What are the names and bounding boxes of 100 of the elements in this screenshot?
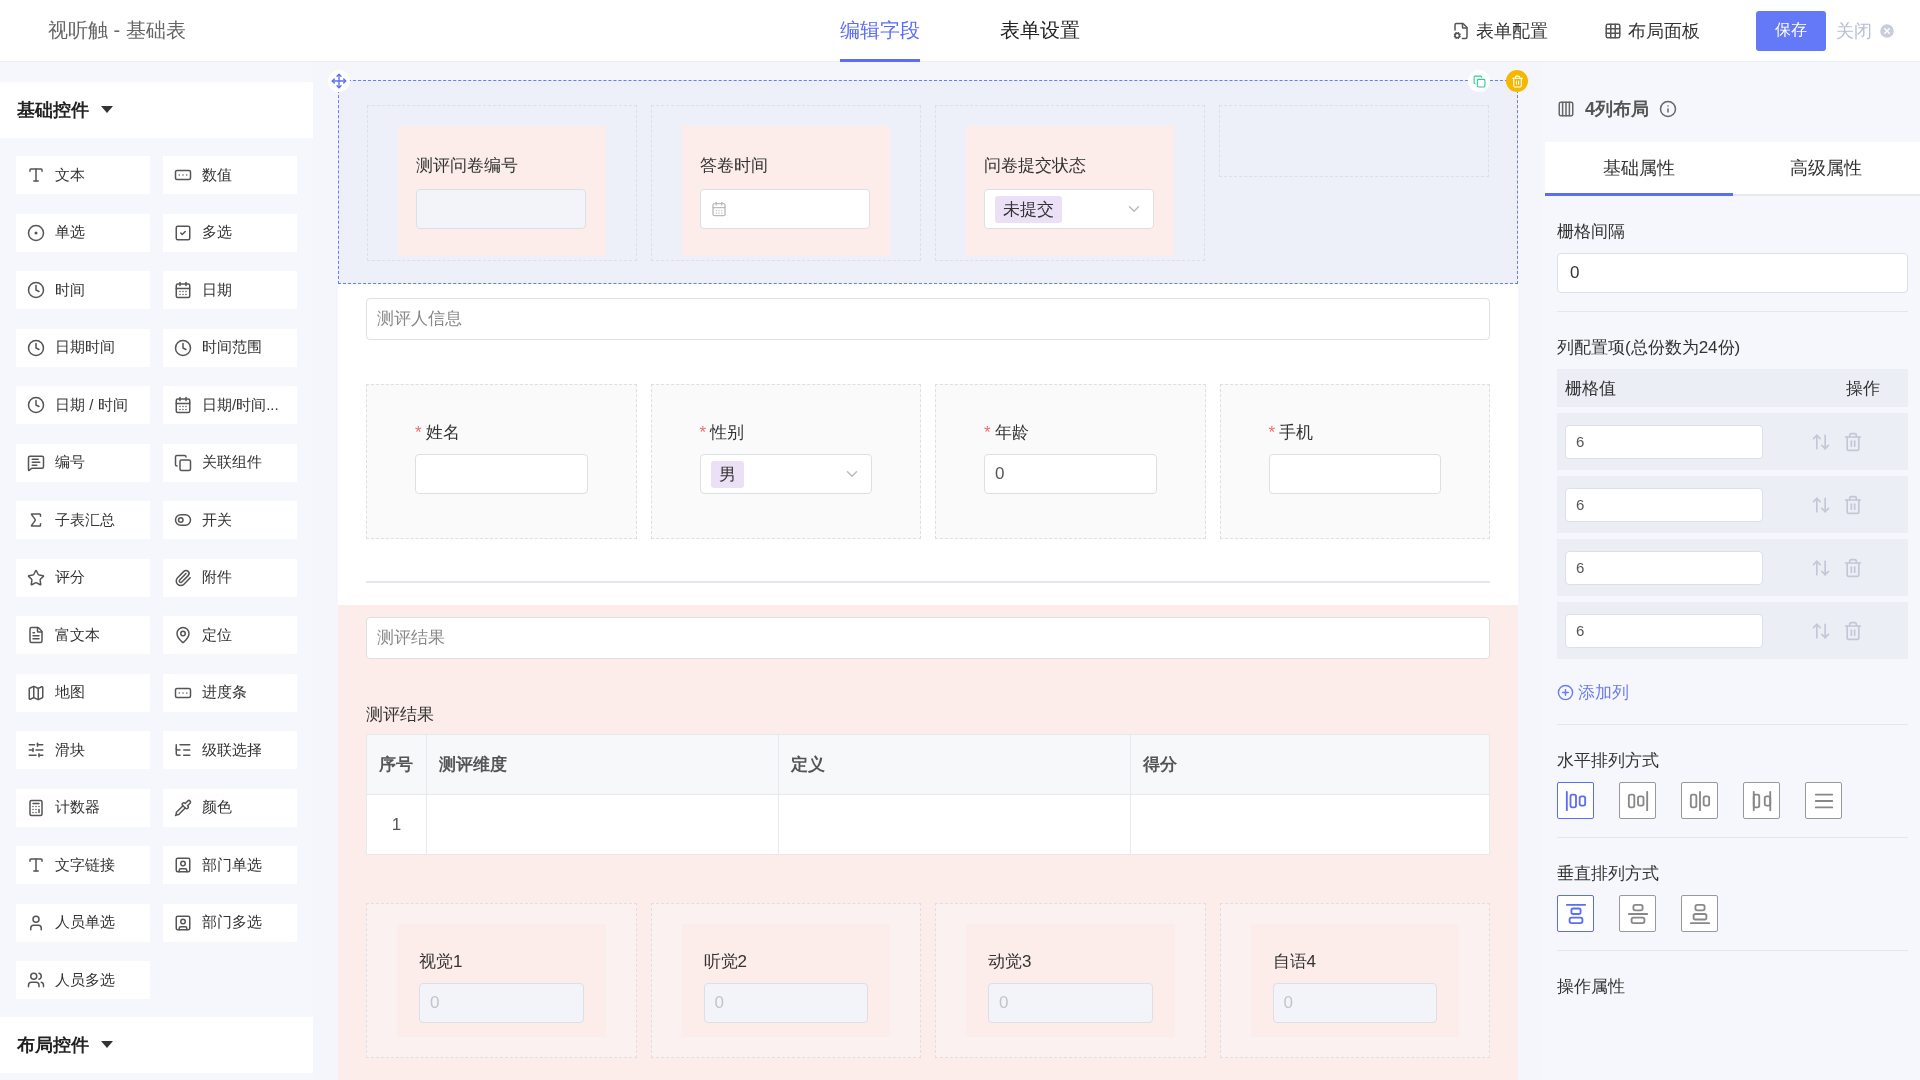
control-item[interactable]: 人员单选 bbox=[16, 903, 150, 942]
control-item[interactable]: 计数器 bbox=[16, 788, 150, 827]
clock-icon bbox=[174, 338, 192, 357]
section-header[interactable]: 布局控件 bbox=[0, 1017, 313, 1073]
header-action[interactable]: 布局面板 bbox=[1604, 18, 1700, 43]
field-label: * 姓名 bbox=[415, 422, 461, 444]
control-item[interactable]: 富文本 bbox=[16, 616, 150, 654]
users-icon bbox=[27, 971, 45, 989]
property-tab[interactable]: 高级属性 bbox=[1732, 142, 1920, 196]
control-item[interactable]: 开关 bbox=[163, 501, 297, 539]
control-item[interactable]: 文本 bbox=[16, 156, 150, 194]
star-icon bbox=[27, 568, 45, 587]
delete-icon[interactable] bbox=[1843, 620, 1863, 641]
control-item[interactable]: 地图 bbox=[16, 673, 150, 712]
delete-icon[interactable] bbox=[1843, 494, 1863, 515]
align-button[interactable] bbox=[1681, 782, 1718, 819]
control-item[interactable]: 部门单选 bbox=[163, 846, 297, 884]
input-field[interactable]: 6 bbox=[1565, 487, 1763, 522]
control-item[interactable]: 日期 bbox=[163, 271, 297, 309]
control-item[interactable]: 滑块 bbox=[16, 731, 150, 769]
input-field[interactable]: 6 bbox=[1565, 424, 1763, 459]
copy-icon bbox=[174, 453, 192, 472]
input-field[interactable] bbox=[1268, 454, 1441, 494]
header-action[interactable]: 表单配置 bbox=[1452, 18, 1548, 43]
control-item[interactable]: 日期/时间... bbox=[163, 386, 297, 424]
delete-icon[interactable] bbox=[1843, 557, 1863, 578]
control-item[interactable]: 子表汇总 bbox=[16, 501, 150, 539]
add-column-button[interactable]: 添加列 bbox=[1557, 681, 1908, 704]
info-icon[interactable] bbox=[1659, 100, 1677, 118]
control-item[interactable]: 数值 bbox=[163, 156, 297, 194]
align-button[interactable] bbox=[1557, 782, 1594, 819]
text-icon bbox=[27, 166, 45, 184]
text-icon bbox=[27, 856, 45, 874]
align-horizontal-icon bbox=[1564, 789, 1587, 812]
map-icon bbox=[27, 683, 45, 702]
column-header: 序号 bbox=[366, 734, 427, 795]
delete-icon[interactable] bbox=[1506, 70, 1528, 92]
control-item[interactable]: 日期 / 时间 bbox=[16, 386, 150, 424]
copy-icon[interactable] bbox=[1468, 70, 1490, 92]
column-header: 得分 bbox=[1130, 734, 1490, 795]
location-pin-icon bbox=[174, 626, 192, 644]
section-header[interactable]: 基础控件 bbox=[0, 82, 313, 138]
header-tab[interactable]: 编辑字段 bbox=[840, 0, 920, 62]
slider-icon bbox=[27, 741, 45, 759]
control-item[interactable]: 人员多选 bbox=[16, 961, 150, 999]
control-item[interactable]: 时间范围 bbox=[163, 328, 297, 367]
control-item[interactable]: 附件 bbox=[163, 558, 297, 597]
align-button[interactable] bbox=[1805, 782, 1842, 819]
align-button[interactable] bbox=[1743, 782, 1780, 819]
tree-icon bbox=[174, 741, 192, 759]
align-button[interactable] bbox=[1619, 782, 1656, 819]
input-field[interactable] bbox=[415, 454, 588, 494]
input-field[interactable] bbox=[416, 189, 586, 229]
control-item[interactable]: 单选 bbox=[16, 213, 150, 252]
user-card-icon bbox=[174, 913, 192, 932]
gutter-label: 栅格间隔 bbox=[1557, 221, 1626, 243]
delete-icon[interactable] bbox=[1843, 431, 1863, 452]
control-item[interactable]: 日期时间 bbox=[16, 328, 150, 367]
align-button[interactable] bbox=[1557, 895, 1594, 932]
input-field[interactable]: 6 bbox=[1565, 613, 1763, 648]
action-label: 布局面板 bbox=[1628, 19, 1700, 43]
layout-block[interactable]: 测评问卷编号 答卷时间 问卷提交状态 未提交 bbox=[338, 80, 1518, 284]
header-tab[interactable]: 表单设置 bbox=[1000, 0, 1080, 62]
property-tab[interactable]: 基础属性 bbox=[1545, 142, 1733, 196]
plus-circle-icon bbox=[1557, 684, 1574, 701]
input-field[interactable]: 0 bbox=[984, 454, 1157, 494]
date-field[interactable] bbox=[700, 189, 870, 229]
control-item[interactable]: 进度条 bbox=[163, 673, 297, 712]
control-item[interactable]: 部门多选 bbox=[163, 903, 297, 942]
select-field[interactable]: 男 bbox=[699, 454, 872, 494]
calendar-icon bbox=[174, 281, 192, 299]
control-item[interactable]: 时间 bbox=[16, 271, 150, 309]
radio-icon bbox=[27, 223, 45, 242]
control-item[interactable]: 定位 bbox=[163, 616, 297, 654]
control-item[interactable]: 多选 bbox=[163, 213, 297, 252]
field-label: * 性别 bbox=[699, 422, 746, 444]
save-button[interactable]: 保存 bbox=[1756, 10, 1826, 51]
select-field[interactable]: 未提交 bbox=[984, 189, 1154, 229]
clock-icon bbox=[27, 338, 45, 357]
align-horizontal-icon bbox=[1688, 789, 1711, 812]
columns-icon bbox=[1557, 100, 1575, 118]
input-field[interactable]: 6 bbox=[1565, 550, 1763, 585]
textarea-field[interactable]: 测评结果 bbox=[366, 617, 1490, 659]
move-icon[interactable] bbox=[328, 70, 350, 92]
input-field[interactable]: 0 bbox=[1557, 253, 1908, 293]
pipette-icon bbox=[174, 798, 192, 817]
calendar-icon bbox=[174, 396, 192, 414]
control-item[interactable]: 编号 bbox=[16, 443, 150, 482]
align-button[interactable] bbox=[1681, 895, 1718, 932]
field-label: 视觉1 bbox=[419, 951, 464, 973]
control-item[interactable]: 级联选择 bbox=[163, 731, 297, 769]
control-item[interactable]: 评分 bbox=[16, 558, 150, 597]
align-button[interactable] bbox=[1619, 895, 1656, 932]
control-item[interactable]: 文字链接 bbox=[16, 846, 150, 884]
textarea-field[interactable]: 测评人信息 bbox=[366, 298, 1490, 340]
control-item[interactable]: 颜色 bbox=[163, 788, 297, 827]
paperclip-icon bbox=[174, 568, 192, 587]
control-item[interactable]: 关联组件 bbox=[163, 443, 297, 482]
calculator-icon bbox=[27, 798, 45, 817]
table-title: 测评结果 bbox=[366, 704, 435, 726]
